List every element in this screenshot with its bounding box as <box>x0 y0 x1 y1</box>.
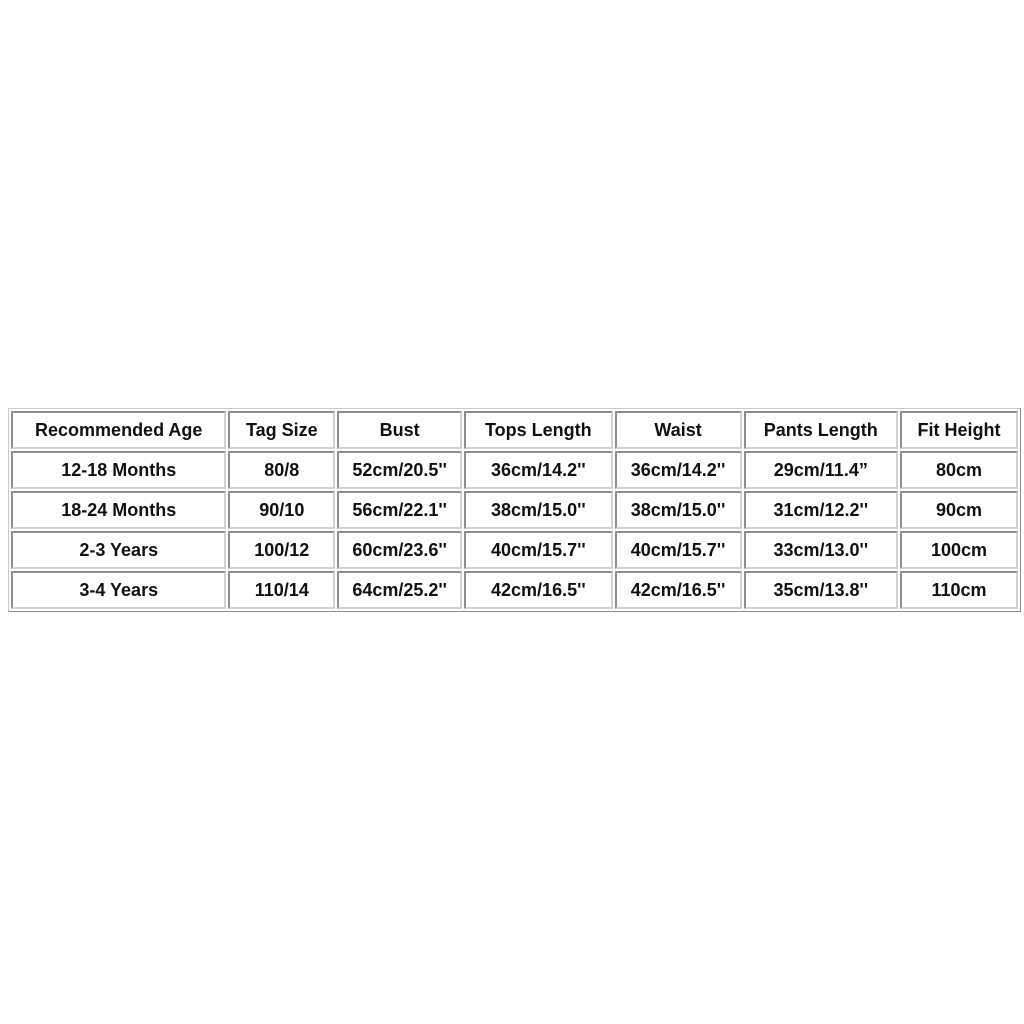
cell-tag-size: 90/10 <box>228 491 336 529</box>
header-fit-height: Fit Height <box>900 411 1018 449</box>
cell-fit-height: 100cm <box>900 531 1018 569</box>
cell-bust: 52cm/20.5'' <box>337 451 463 489</box>
cell-bust: 56cm/22.1'' <box>337 491 463 529</box>
header-tops-length: Tops Length <box>464 411 613 449</box>
cell-recommended-age: 18-24 Months <box>11 491 227 529</box>
cell-recommended-age: 3-4 Years <box>11 571 227 609</box>
cell-tops-length: 36cm/14.2'' <box>464 451 613 489</box>
cell-bust: 60cm/23.6'' <box>337 531 463 569</box>
header-row: Recommended Age Tag Size Bust Tops Lengt… <box>11 411 1018 449</box>
cell-pants-length: 33cm/13.0'' <box>743 531 899 569</box>
cell-fit-height: 90cm <box>900 491 1018 529</box>
cell-pants-length: 35cm/13.8'' <box>743 571 899 609</box>
header-pants-length: Pants Length <box>743 411 899 449</box>
header-recommended-age: Recommended Age <box>11 411 227 449</box>
cell-waist: 36cm/14.2'' <box>614 451 742 489</box>
header-tag-size: Tag Size <box>228 411 336 449</box>
cell-waist: 42cm/16.5'' <box>614 571 742 609</box>
cell-fit-height: 80cm <box>900 451 1018 489</box>
cell-recommended-age: 12-18 Months <box>11 451 227 489</box>
cell-tops-length: 38cm/15.0'' <box>464 491 613 529</box>
cell-tag-size: 80/8 <box>228 451 336 489</box>
size-chart-table: Recommended Age Tag Size Bust Tops Lengt… <box>8 408 1021 612</box>
cell-waist: 40cm/15.7'' <box>614 531 742 569</box>
cell-waist: 38cm/15.0'' <box>614 491 742 529</box>
table-row: 2-3 Years 100/12 60cm/23.6'' 40cm/15.7''… <box>11 531 1018 569</box>
cell-tag-size: 110/14 <box>228 571 336 609</box>
cell-fit-height: 110cm <box>900 571 1018 609</box>
table-row: 3-4 Years 110/14 64cm/25.2'' 42cm/16.5''… <box>11 571 1018 609</box>
cell-tag-size: 100/12 <box>228 531 336 569</box>
cell-recommended-age: 2-3 Years <box>11 531 227 569</box>
cell-bust: 64cm/25.2'' <box>337 571 463 609</box>
header-waist: Waist <box>614 411 742 449</box>
cell-pants-length: 29cm/11.4” <box>743 451 899 489</box>
cell-pants-length: 31cm/12.2'' <box>743 491 899 529</box>
table-row: 12-18 Months 80/8 52cm/20.5'' 36cm/14.2'… <box>11 451 1018 489</box>
cell-tops-length: 42cm/16.5'' <box>464 571 613 609</box>
cell-tops-length: 40cm/15.7'' <box>464 531 613 569</box>
header-bust: Bust <box>337 411 463 449</box>
table-row: 18-24 Months 90/10 56cm/22.1'' 38cm/15.0… <box>11 491 1018 529</box>
